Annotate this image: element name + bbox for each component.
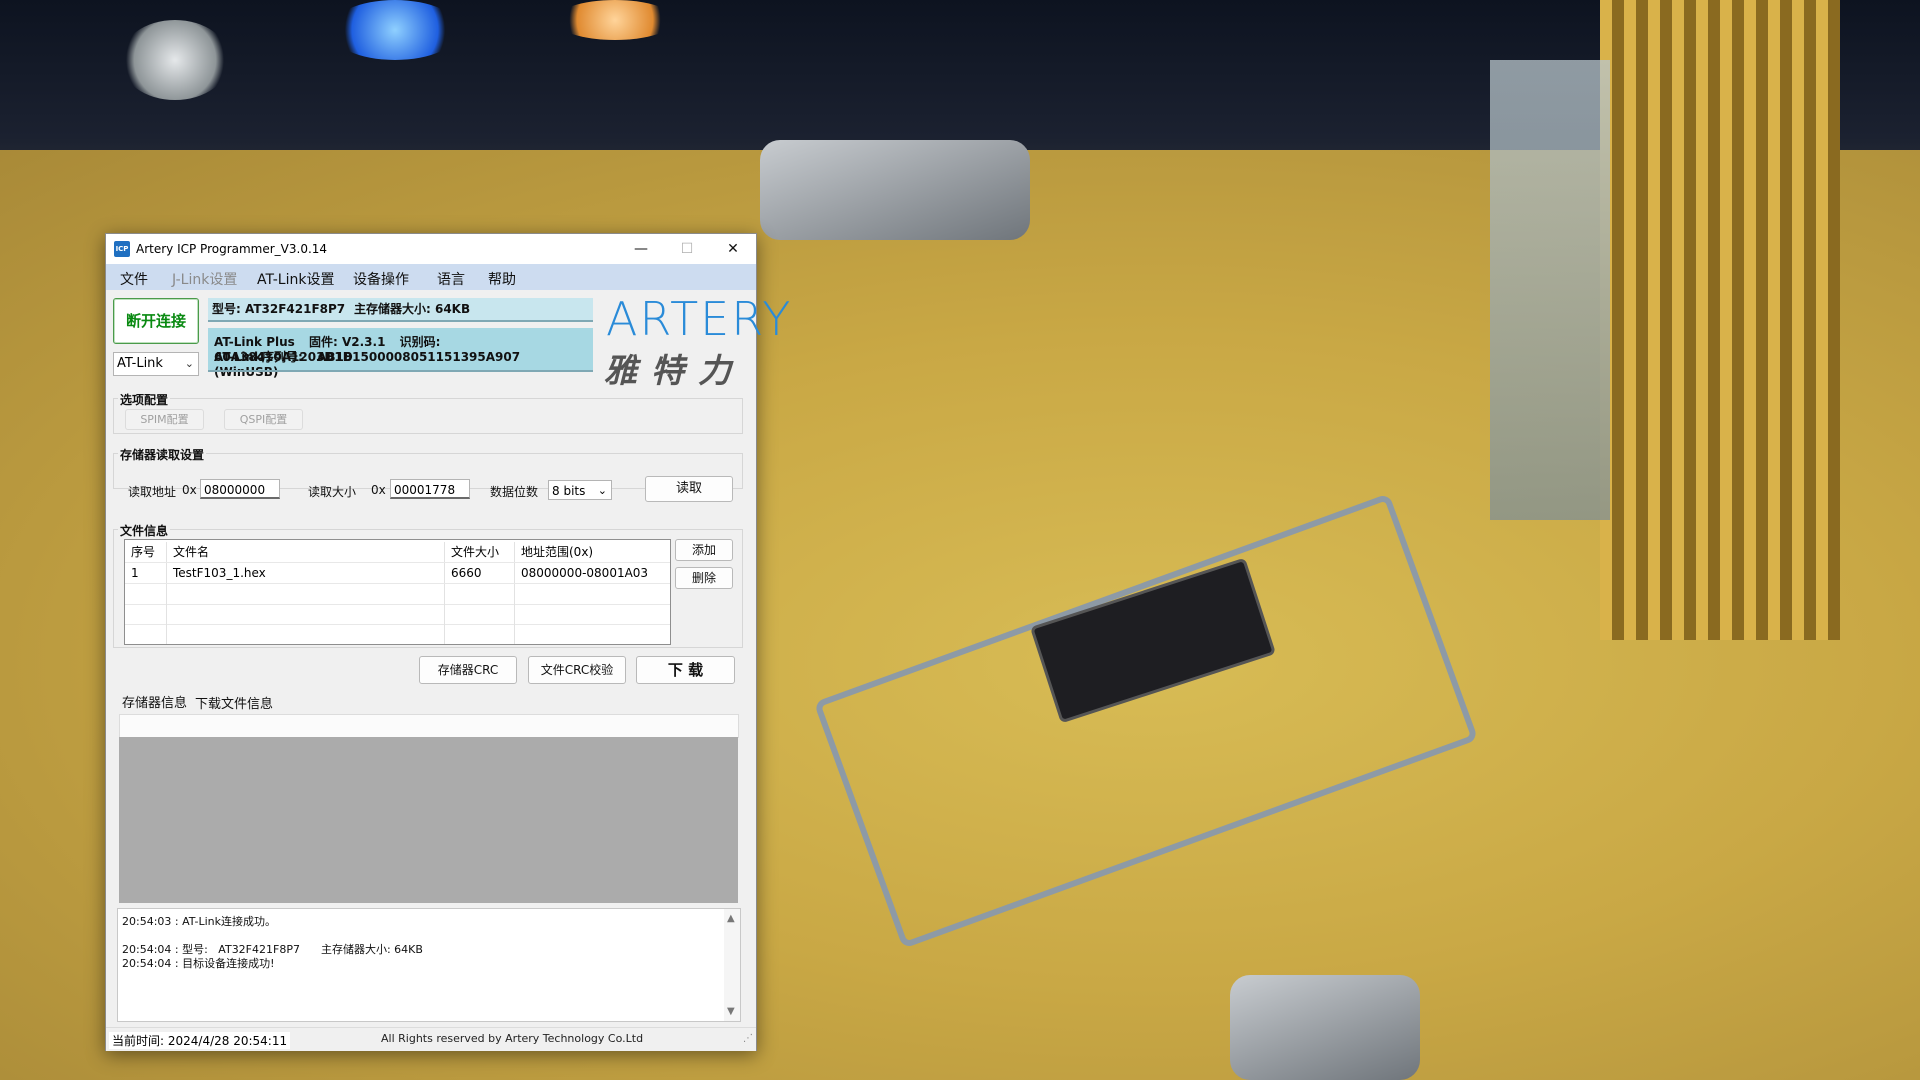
orange-led <box>555 0 675 40</box>
disconnect-button[interactable]: 断开连接 <box>113 298 199 344</box>
serial-number: AB181500008051151395A907 <box>317 350 521 364</box>
tab-content-header <box>119 714 739 738</box>
menu-bar: 文件 J-Link设置 AT-Link设置 设备操作 语言 帮助 <box>106 264 756 290</box>
pin-holder <box>1490 60 1610 520</box>
read-size-input[interactable]: 00001778 <box>390 479 470 499</box>
read-address-label: 读取地址 <box>128 485 177 499</box>
probe-serial-line: AT-Link序列号: AB181500008051151395A907 (Wi… <box>214 348 593 379</box>
probe-name: AT-Link Plus <box>214 335 295 349</box>
qspi-config-button[interactable]: QSPI配置 <box>224 409 303 430</box>
window-title: Artery ICP Programmer_V3.0.14 <box>136 242 328 256</box>
row-filesize: 6660 <box>445 563 515 583</box>
memory-crc-button[interactable]: 存储器CRC <box>419 656 517 684</box>
log-panel: 20:54:03 : AT-Link连接成功。 20:54:04 : 型号: A… <box>117 908 741 1022</box>
col-address-range: 地址范围(0x) <box>521 545 594 559</box>
table-row-empty <box>125 584 670 605</box>
read-size-label: 读取大小 <box>308 485 357 499</box>
probe-info-panel: AT-Link Plus 固件: V2.3.1 识别码: 60A38410A12… <box>208 328 593 379</box>
maximize-button[interactable]: ☐ <box>664 234 710 264</box>
table-header: 序号 文件名 文件大小 地址范围(0x) <box>125 542 670 563</box>
file-table: 序号 文件名 文件大小 地址范围(0x) 1 TestF103_1.hex 66… <box>124 539 671 645</box>
chevron-down-icon: ⌄ <box>184 357 194 370</box>
scroll-down-icon[interactable]: ▼ <box>727 1006 735 1017</box>
menu-jlink-settings[interactable]: J-Link设置 <box>172 269 237 289</box>
menu-help[interactable]: 帮助 <box>488 269 516 289</box>
status-bar: 当前时间: 2024/4/28 20:54:11 All Rights rese… <box>106 1027 756 1051</box>
tab-memory-info[interactable]: 存储器信息 <box>122 692 187 711</box>
resize-grip-icon[interactable]: ⋰ <box>743 1033 753 1044</box>
metal-block-top <box>760 140 1030 240</box>
options-group <box>113 398 743 434</box>
artery-logo: ARTERY <box>606 292 793 346</box>
download-button[interactable]: 下 载 <box>636 656 735 684</box>
probe-select-value: AT-Link <box>117 356 163 371</box>
col-filename: 文件名 <box>167 542 445 562</box>
menu-atlink-settings[interactable]: AT-Link设置 <box>257 269 334 289</box>
table-row[interactable]: 1 TestF103_1.hex 6660 08000000-08001A03 <box>125 563 670 584</box>
title-bar: ICP Artery ICP Programmer_V3.0.14 — ☐ ✕ <box>106 234 756 264</box>
probe-select[interactable]: AT-Link ⌄ <box>113 352 199 376</box>
app-window: ICP Artery ICP Programmer_V3.0.14 — ☐ ✕ … <box>105 233 790 1051</box>
log-line: 20:54:03 : AT-Link连接成功。 <box>122 915 276 928</box>
add-file-button[interactable]: 添加 <box>675 539 733 561</box>
data-width-select[interactable]: 8 bits ⌄ <box>548 480 612 500</box>
read-address-prefix: 0x <box>182 483 197 497</box>
row-address-range: 08000000-08001A03 <box>521 566 649 580</box>
delete-file-button[interactable]: 删除 <box>675 567 733 589</box>
artery-logo-cn: 雅特力 <box>604 351 745 390</box>
read-address-input[interactable]: 08000000 <box>200 479 280 499</box>
memory-view-area <box>119 737 738 903</box>
serial-label: AT-Link序列号: <box>214 350 303 364</box>
menu-device-operations[interactable]: 设备操作 <box>353 269 409 289</box>
file-crc-button[interactable]: 文件CRC校验 <box>528 656 626 684</box>
col-index: 序号 <box>125 542 167 562</box>
spim-config-button[interactable]: SPIM配置 <box>125 409 204 430</box>
file-info-title: 文件信息 <box>118 522 171 539</box>
metal-block-bottom <box>1230 975 1420 1080</box>
log-line: 20:54:04 : 目标设备连接成功! <box>122 957 275 970</box>
read-size-prefix: 0x <box>371 483 386 497</box>
flash-size: 主存储器大小: 64KB <box>354 302 471 316</box>
close-button[interactable]: ✕ <box>710 234 756 264</box>
minimize-button[interactable]: — <box>618 234 664 264</box>
data-width-label: 数据位数 <box>490 485 539 499</box>
white-led <box>120 20 230 100</box>
current-time: 当前时间: 2024/4/28 20:54:11 <box>109 1032 291 1049</box>
col-filesize: 文件大小 <box>445 542 515 562</box>
scroll-up-icon[interactable]: ▲ <box>727 913 735 924</box>
blue-led <box>330 0 460 60</box>
device-model: 型号: AT32F421F8P7 <box>212 302 346 316</box>
divider <box>208 370 593 372</box>
menu-file[interactable]: 文件 <box>120 269 148 289</box>
usb-driver: (WinUSB) <box>214 365 279 379</box>
table-row-empty <box>125 604 670 625</box>
memory-read-title: 存储器读取设置 <box>118 446 207 463</box>
probe-firmware: 固件: V2.3.1 <box>309 335 386 349</box>
pogo-pins <box>1600 0 1840 640</box>
data-width-value: 8 bits <box>552 484 586 498</box>
chevron-down-icon: ⌄ <box>597 484 607 497</box>
log-scrollbar[interactable]: ▲ ▼ <box>724 909 740 1021</box>
options-title: 选项配置 <box>118 391 171 408</box>
copyright-text: All Rights reserved by Artery Technology… <box>381 1032 644 1045</box>
tab-download-info[interactable]: 下载文件信息 <box>195 693 273 712</box>
row-index: 1 <box>125 563 167 583</box>
device-info-bar: 型号: AT32F421F8P7 主存储器大小: 64KB <box>208 298 593 320</box>
table-row-empty <box>125 624 670 644</box>
menu-language[interactable]: 语言 <box>437 269 465 289</box>
divider <box>208 320 593 322</box>
read-button[interactable]: 读取 <box>645 476 733 502</box>
row-filename: TestF103_1.hex <box>167 563 445 583</box>
app-icon: ICP <box>114 241 130 257</box>
